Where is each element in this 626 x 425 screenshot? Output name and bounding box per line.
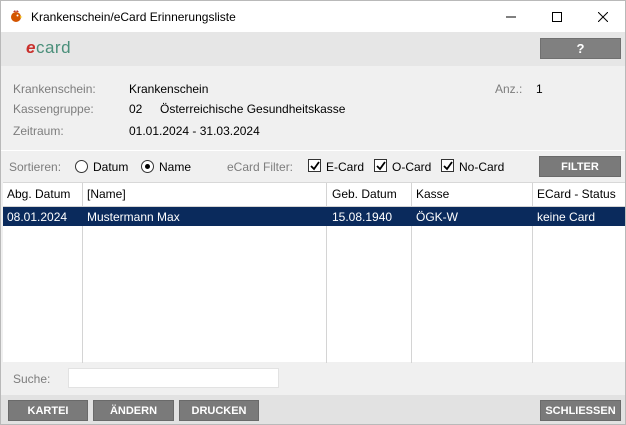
title-bar[interactable]: Krankenschein/eCard Erinnerungsliste xyxy=(1,1,625,32)
column-header-ecard-status[interactable]: ECard - Status xyxy=(537,187,616,201)
ecard-logo-e: e xyxy=(26,38,36,57)
zeitraum-label: Zeitraum: xyxy=(13,124,64,138)
search-input[interactable] xyxy=(68,368,279,388)
zeitraum-value: 01.01.2024 - 31.03.2024 xyxy=(129,124,260,138)
kassengruppe-code: 02 xyxy=(129,102,143,116)
patient-table[interactable]: Abg. Datum [Name] Geb. Datum Kasse ECard… xyxy=(3,182,625,363)
sort-name-radio[interactable] xyxy=(141,160,154,173)
column-header-geb-datum[interactable]: Geb. Datum xyxy=(332,187,397,201)
checkmark-icon xyxy=(443,161,453,171)
krankenschein-value: Krankenschein xyxy=(129,82,209,96)
kassengruppe-name: Österreichische Gesundheitskasse xyxy=(160,102,346,116)
close-icon xyxy=(598,11,608,22)
ecard-checkbox-label[interactable]: E-Card xyxy=(326,160,364,174)
minimize-button[interactable] xyxy=(488,1,534,32)
maximize-icon xyxy=(552,11,562,22)
kassengruppe-label: Kassengruppe: xyxy=(13,102,94,116)
ocard-checkbox[interactable] xyxy=(374,159,387,172)
ecard-filter-label: eCard Filter: xyxy=(227,160,294,174)
ecard-logo: ecard xyxy=(26,38,71,58)
column-header-kasse[interactable]: Kasse xyxy=(416,187,449,201)
anz-value: 1 xyxy=(536,82,543,96)
info-panel: Krankenschein: Krankenschein Anz.: 1 Kas… xyxy=(1,66,625,149)
nocard-checkbox-label[interactable]: No-Card xyxy=(459,160,504,174)
sort-datum-radio[interactable] xyxy=(75,160,88,173)
drucken-button[interactable]: DRUCKEN xyxy=(179,400,259,421)
schliessen-button[interactable]: SCHLIESSEN xyxy=(540,400,621,421)
help-button[interactable]: ? xyxy=(540,38,621,59)
maximize-button[interactable] xyxy=(534,1,580,32)
close-button[interactable] xyxy=(580,1,625,32)
sort-name-label[interactable]: Name xyxy=(159,160,191,174)
kartei-button[interactable]: KARTEI xyxy=(8,400,88,421)
cell-geb-datum[interactable]: 15.08.1940 xyxy=(332,210,392,224)
cell-abg-datum[interactable]: 08.01.2024 xyxy=(7,210,67,224)
logo-bar: ecard ? xyxy=(1,32,625,66)
bottom-button-bar: KARTEI ÄNDERN DRUCKEN SCHLIESSEN xyxy=(1,395,625,424)
sort-label: Sortieren: xyxy=(9,160,62,174)
minimize-icon xyxy=(506,16,516,17)
sort-datum-label[interactable]: Datum xyxy=(93,160,128,174)
cell-kasse[interactable]: ÖGK-W xyxy=(416,210,458,224)
search-label: Suche: xyxy=(13,372,51,386)
window-title: Krankenschein/eCard Erinnerungsliste xyxy=(31,10,236,24)
ocard-checkbox-label[interactable]: O-Card xyxy=(392,160,431,174)
cell-name[interactable]: Mustermann Max xyxy=(87,210,180,224)
rooster-icon xyxy=(11,10,23,22)
column-header-name[interactable]: [Name] xyxy=(87,187,126,201)
cell-ecard-status[interactable]: keine Card xyxy=(537,210,595,224)
filter-button[interactable]: FILTER xyxy=(539,156,621,177)
nocard-checkbox[interactable] xyxy=(441,159,454,172)
krankenschein-label: Krankenschein: xyxy=(13,82,96,96)
checkmark-icon xyxy=(376,161,386,171)
column-header-abg-datum[interactable]: Abg. Datum xyxy=(7,187,70,201)
ecard-checkbox[interactable] xyxy=(308,159,321,172)
filter-row: Sortieren: Datum Name eCard Filter: E-Ca… xyxy=(1,151,625,182)
erinnerungsliste-window: Krankenschein/eCard Erinnerungsliste eca… xyxy=(0,0,626,425)
checkmark-icon xyxy=(310,161,320,171)
aendern-button[interactable]: ÄNDERN xyxy=(93,400,174,421)
ecard-logo-card: card xyxy=(35,38,72,57)
anz-label: Anz.: xyxy=(495,82,523,96)
